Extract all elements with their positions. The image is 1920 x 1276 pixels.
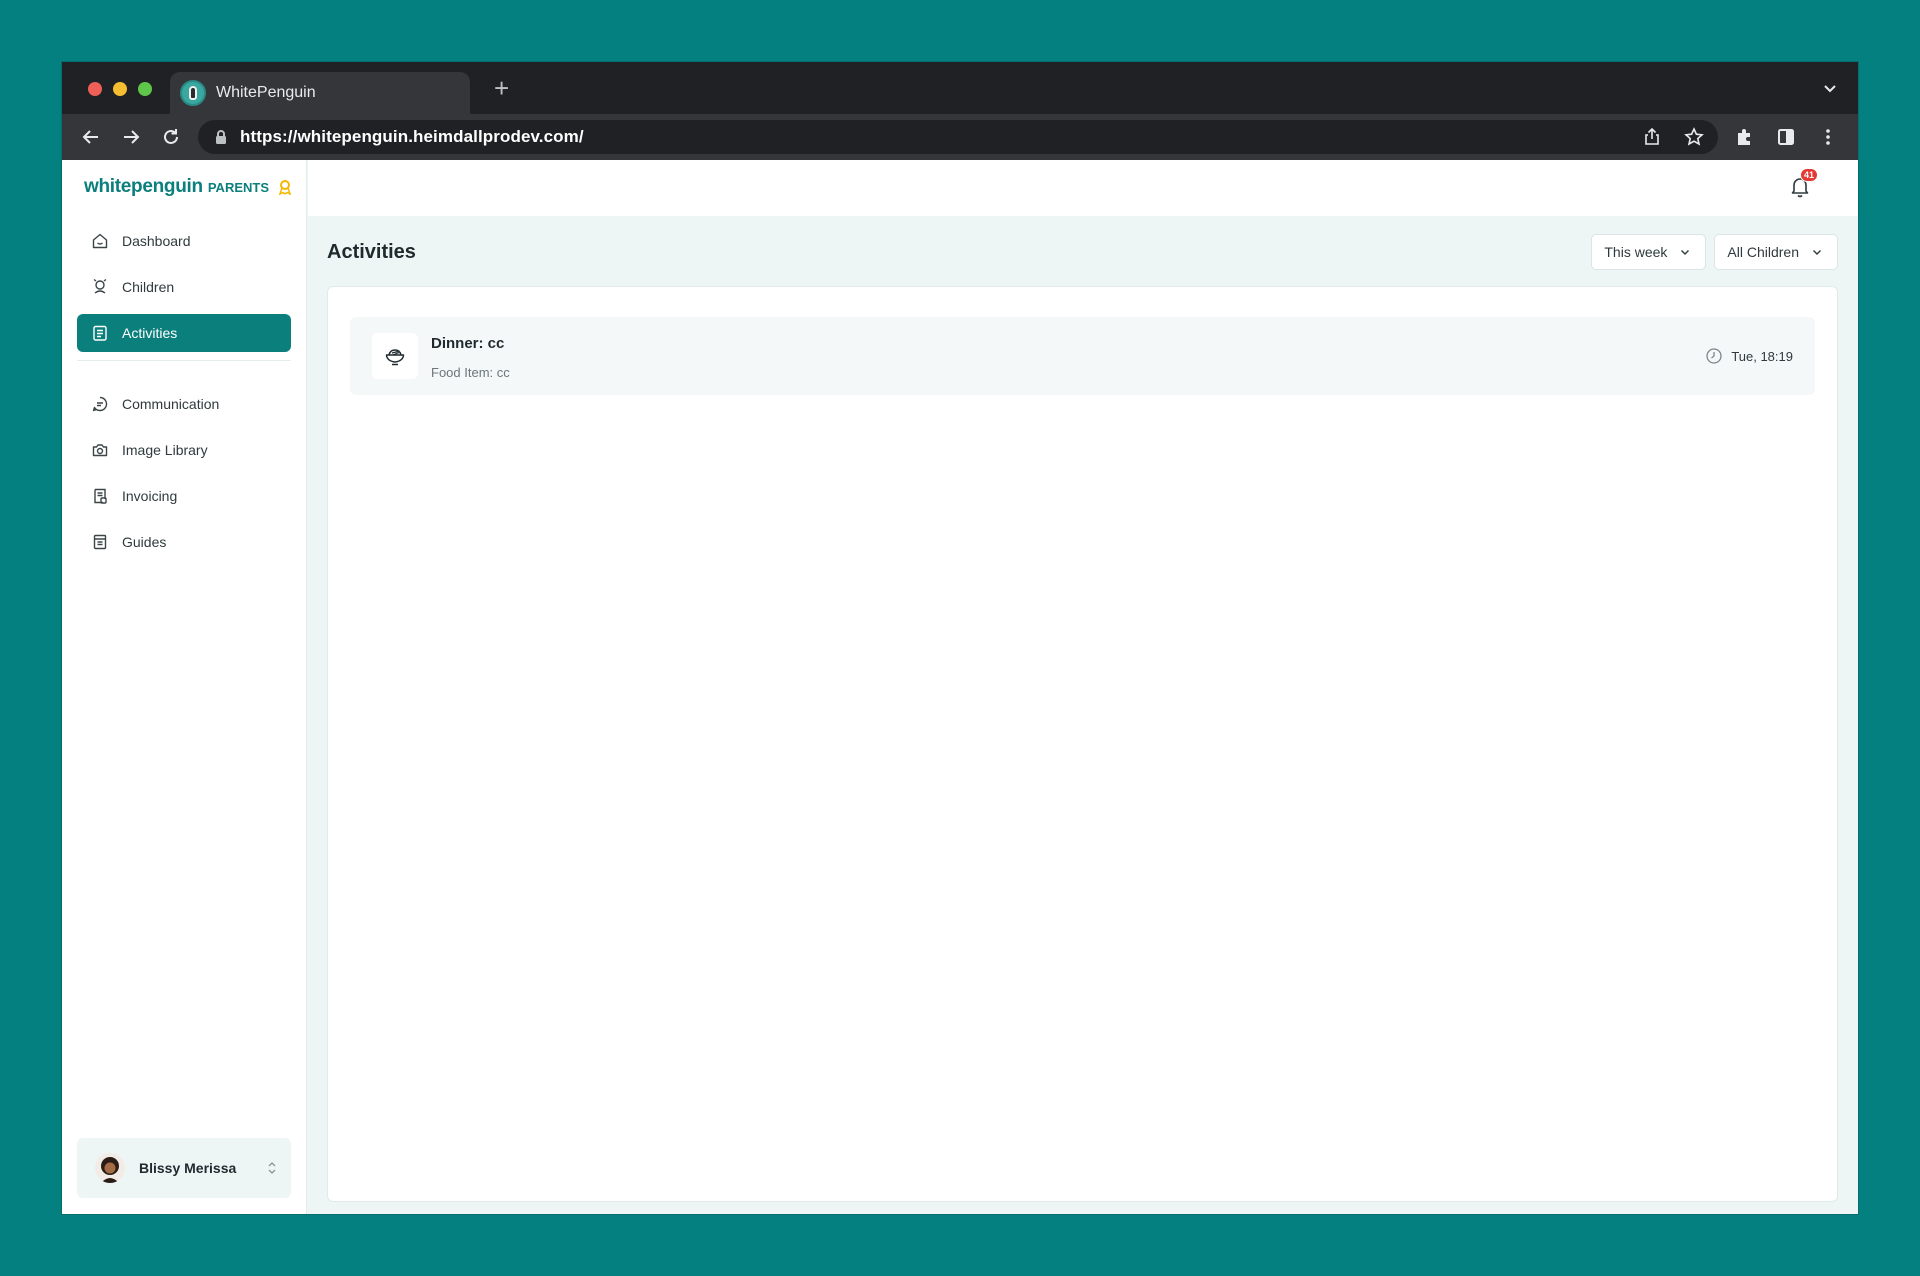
more-vertical-icon[interactable] xyxy=(1818,127,1838,147)
top-header: 41 xyxy=(308,160,1858,216)
chevron-up-down-icon xyxy=(268,1162,276,1174)
maximize-window-button[interactable] xyxy=(138,82,152,96)
tab-title: WhitePenguin xyxy=(216,84,316,101)
activity-subtitle: Food Item: cc xyxy=(431,365,510,380)
user-avatar-icon xyxy=(101,1157,119,1183)
sidebar-item-invoicing[interactable]: Invoicing xyxy=(77,477,291,515)
sidebar-nav: Dashboard Children Activities Communicat… xyxy=(77,222,291,569)
children-icon xyxy=(93,278,107,294)
reload-button[interactable] xyxy=(160,126,182,148)
notification-count-badge: 41 xyxy=(1799,168,1818,182)
filters: This week All Children xyxy=(1591,234,1838,270)
chat-icon xyxy=(92,396,108,412)
browser-tab[interactable]: WhitePenguin xyxy=(170,72,470,114)
minimize-window-button[interactable] xyxy=(113,82,127,96)
sidebar-item-children[interactable]: Children xyxy=(77,268,291,306)
brand-suffix: PARENTS xyxy=(207,179,269,195)
activity-time-text: Tue, 18:19 xyxy=(1731,348,1793,364)
lock-icon xyxy=(216,130,226,144)
browser-titlebar: WhitePenguin + xyxy=(62,62,1858,114)
book-icon xyxy=(93,534,107,550)
camera-icon xyxy=(92,444,108,457)
sidebar-item-guides[interactable]: Guides xyxy=(77,523,291,561)
address-bar[interactable]: https://whitepenguin.heimdallprodev.com/ xyxy=(198,120,1718,154)
avatar xyxy=(95,1153,125,1183)
page-title: Activities xyxy=(327,241,416,263)
sidebar-item-dashboard[interactable]: Dashboard xyxy=(77,222,291,260)
sidebar-divider xyxy=(77,360,291,361)
children-filter-dropdown[interactable]: All Children xyxy=(1714,234,1838,270)
close-window-button[interactable] xyxy=(88,82,102,96)
sidebar: whitepenguin PARENTS Dashboard Children xyxy=(62,160,307,1214)
clipboard-icon xyxy=(93,325,107,341)
sidebar-item-label: Image Library xyxy=(122,442,208,458)
award-badge-icon xyxy=(278,180,292,195)
extensions-puzzle-icon[interactable] xyxy=(1734,127,1754,147)
activity-time: Tue, 18:19 xyxy=(1705,347,1793,365)
back-button[interactable] xyxy=(80,126,102,148)
user-name: Blissy Merissa xyxy=(139,1160,237,1176)
chevron-down-icon xyxy=(1813,250,1821,255)
sidebar-item-label: Invoicing xyxy=(122,488,178,504)
brand-logo[interactable]: whitepenguin PARENTS xyxy=(84,176,292,198)
children-filter-value: All Children xyxy=(1727,244,1799,260)
sidebar-item-label: Activities xyxy=(122,325,178,341)
penguin-favicon-icon xyxy=(180,80,206,106)
share-icon[interactable] xyxy=(1642,127,1662,147)
notifications-button[interactable]: 41 xyxy=(1788,168,1818,200)
sidebar-item-label: Guides xyxy=(122,534,167,550)
invoice-icon xyxy=(94,488,107,504)
bowl-icon xyxy=(385,349,405,366)
activity-item[interactable]: Dinner: cc Food Item: cc Tue, 18:19 xyxy=(350,317,1815,395)
sidebar-item-image-library[interactable]: Image Library xyxy=(77,431,291,469)
tab-search-chevron-icon[interactable] xyxy=(1822,80,1838,96)
browser-toolbar: https://whitepenguin.heimdallprodev.com/ xyxy=(62,114,1858,160)
activity-icon-box xyxy=(372,333,418,379)
sidebar-item-communication[interactable]: Communication xyxy=(77,385,291,423)
sidebar-item-label: Communication xyxy=(122,396,220,412)
forward-button[interactable] xyxy=(120,126,142,148)
activities-panel: Dinner: cc Food Item: cc Tue, 18:19 xyxy=(327,286,1838,1202)
sidebar-item-label: Children xyxy=(122,279,175,295)
arrow-left-icon xyxy=(82,130,98,144)
user-profile-switcher[interactable]: Blissy Merissa xyxy=(77,1138,291,1198)
bookmark-star-icon[interactable] xyxy=(1684,127,1704,147)
home-icon xyxy=(92,233,108,249)
clock-icon xyxy=(1706,348,1722,364)
app-area: whitepenguin PARENTS Dashboard Children xyxy=(62,160,1858,1214)
activity-title: Dinner: cc xyxy=(431,335,505,352)
arrow-right-icon xyxy=(124,130,140,144)
period-filter-dropdown[interactable]: This week xyxy=(1591,234,1707,270)
period-filter-value: This week xyxy=(1604,244,1668,260)
new-tab-button[interactable]: + xyxy=(494,74,509,102)
sidebar-item-label: Dashboard xyxy=(122,233,191,249)
url-text: https://whitepenguin.heimdallprodev.com/ xyxy=(240,127,584,146)
brand-name: whitepenguin xyxy=(84,176,203,197)
side-panel-icon[interactable] xyxy=(1776,127,1796,147)
reload-icon xyxy=(164,129,178,144)
browser-window: WhitePenguin + https://whitepenguin.heim… xyxy=(62,62,1858,1214)
sidebar-item-activities[interactable]: Activities xyxy=(77,314,291,352)
chevron-down-icon xyxy=(1681,250,1690,255)
